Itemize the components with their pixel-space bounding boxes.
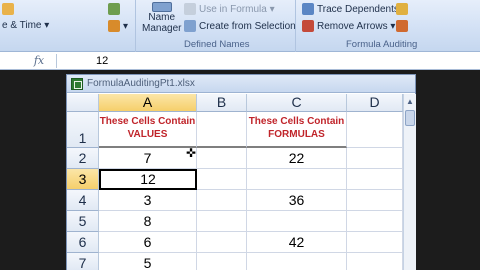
trace-dependents-button[interactable]: Trace Dependents — [302, 3, 399, 15]
row-header-2[interactable]: 2 — [67, 148, 99, 169]
cell-a2[interactable]: 7 — [99, 148, 197, 169]
background-right — [416, 70, 480, 270]
cell-c5[interactable] — [247, 211, 347, 232]
cell-b3[interactable] — [197, 169, 247, 190]
more-button[interactable] — [108, 3, 120, 15]
cell-d1[interactable] — [347, 112, 403, 148]
show-formulas-button[interactable] — [396, 3, 408, 15]
error-checking-button[interactable] — [396, 20, 408, 32]
lookup-button[interactable]: ▾ — [108, 20, 128, 32]
cell-a4[interactable]: 3 — [99, 190, 197, 211]
formula-auditing-label: Formula Auditing — [346, 39, 418, 50]
formula-bar-input[interactable]: 12 — [96, 54, 108, 68]
workbook-title-bar[interactable]: FormulaAuditingPt1.xlsx — [67, 75, 415, 93]
cell-a3-active[interactable]: 12 — [99, 169, 197, 190]
select-all-corner[interactable] — [67, 94, 99, 112]
create-from-selection-icon — [184, 20, 196, 32]
column-header-b[interactable]: B — [197, 94, 247, 112]
scroll-thumb[interactable] — [405, 110, 415, 126]
row-header-3[interactable]: 3 — [67, 169, 99, 190]
lookup-icon — [108, 20, 120, 32]
library-icon — [108, 3, 120, 15]
name-manager-icon — [151, 2, 172, 12]
cell-c4[interactable]: 36 — [247, 190, 347, 211]
function-icon — [2, 3, 14, 15]
formula-bar-separator — [56, 54, 57, 68]
workbook-window: FormulaAuditingPt1.xlsx A B C D 1 These … — [66, 74, 416, 270]
show-formulas-icon — [396, 3, 408, 15]
trace-dependents-icon — [302, 3, 314, 15]
cell-d5[interactable] — [347, 211, 403, 232]
remove-arrows-button[interactable]: Remove Arrows ▾ — [302, 20, 395, 32]
background-left — [0, 70, 66, 270]
use-in-formula-icon — [184, 3, 196, 15]
row-header-1[interactable]: 1 — [67, 112, 99, 148]
name-manager-button[interactable]: Name Manager — [142, 2, 181, 34]
cell-cursor-icon: ✜ — [186, 146, 197, 160]
cell-d2[interactable] — [347, 148, 403, 169]
cell-d6[interactable] — [347, 232, 403, 253]
cell-d7[interactable] — [347, 253, 403, 270]
formula-auditing-group: Trace Dependents Remove Arrows ▾ Formula… — [298, 0, 480, 52]
row-header-5[interactable]: 5 — [67, 211, 99, 232]
error-checking-icon — [396, 20, 408, 32]
excel-file-icon — [71, 78, 83, 90]
row-header-4[interactable]: 4 — [67, 190, 99, 211]
ribbon: e & Time ▾ ▾ Name Manager Use in Formula… — [0, 0, 480, 52]
function-library-group: e & Time ▾ ▾ — [0, 0, 136, 52]
column-header-d[interactable]: D — [347, 94, 403, 112]
column-header-a[interactable]: A — [99, 94, 197, 112]
cell-b1[interactable] — [197, 112, 247, 148]
cell-c2[interactable]: 22 — [247, 148, 347, 169]
cell-b6[interactable] — [197, 232, 247, 253]
defined-names-label: Defined Names — [184, 39, 250, 50]
cell-d4[interactable] — [347, 190, 403, 211]
cell-b2[interactable] — [197, 148, 247, 169]
cell-c1[interactable]: These Cells Contain FORMULAS — [247, 112, 347, 148]
cell-c3[interactable] — [247, 169, 347, 190]
formula-bar: fx 12 — [0, 52, 480, 70]
cell-a5[interactable]: 8 — [99, 211, 197, 232]
cell-b7[interactable] — [197, 253, 247, 270]
cell-b5[interactable] — [197, 211, 247, 232]
row-header-7[interactable]: 7 — [67, 253, 99, 270]
create-from-selection-button[interactable]: Create from Selection — [184, 20, 296, 32]
vertical-scrollbar[interactable]: ▲ — [403, 94, 416, 270]
cell-a1[interactable]: These Cells Contain VALUES — [99, 112, 197, 148]
cell-a6[interactable]: 6 — [99, 232, 197, 253]
cell-c6[interactable]: 42 — [247, 232, 347, 253]
remove-arrows-icon — [302, 20, 314, 32]
defined-names-group: Name Manager Use in Formula ▾ Create fro… — [136, 0, 296, 52]
scroll-up-arrow-icon[interactable]: ▲ — [405, 96, 415, 108]
column-header-c[interactable]: C — [247, 94, 347, 112]
cell-c7[interactable] — [247, 253, 347, 270]
use-in-formula-button[interactable]: Use in Formula ▾ — [184, 3, 275, 15]
cell-a7[interactable]: 5 — [99, 253, 197, 270]
more-functions-button[interactable] — [2, 3, 14, 15]
row-header-6[interactable]: 6 — [67, 232, 99, 253]
cell-d3[interactable] — [347, 169, 403, 190]
insert-function-icon[interactable]: fx — [28, 53, 50, 69]
workbook-title: FormulaAuditingPt1.xlsx — [87, 78, 195, 89]
date-time-button[interactable]: e & Time ▾ — [2, 20, 49, 31]
cell-b4[interactable] — [197, 190, 247, 211]
